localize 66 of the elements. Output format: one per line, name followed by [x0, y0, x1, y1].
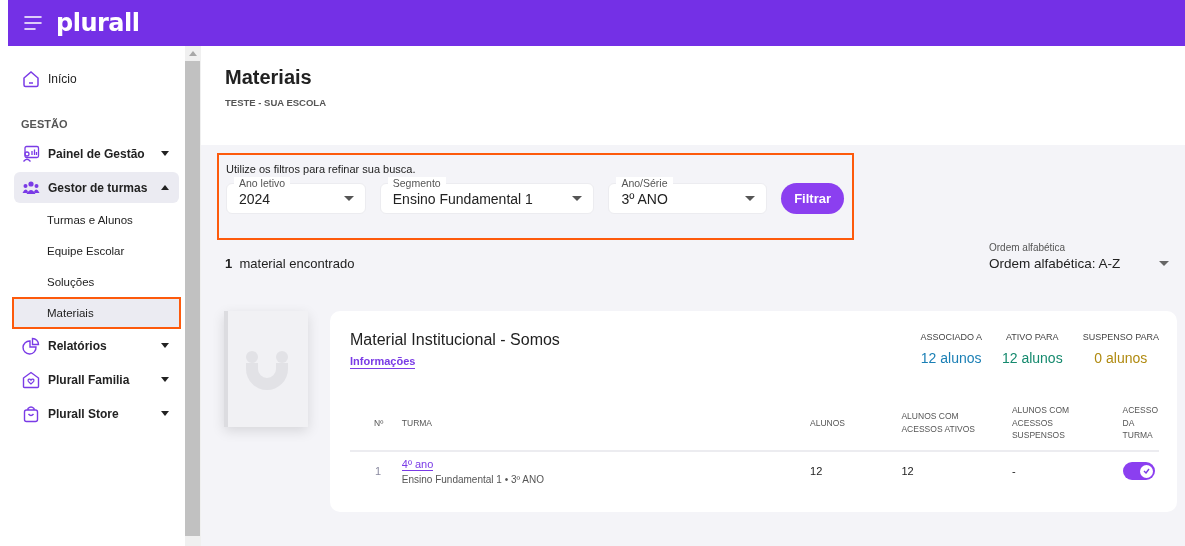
field-value: 2024 — [239, 190, 272, 207]
caret-down-icon — [160, 343, 169, 348]
sidebar-item[interactable]: Relatórios — [14, 330, 179, 361]
field-label: Segmento — [387, 177, 446, 189]
field-value: 3º ANO — [621, 190, 669, 207]
sidebar-item[interactable]: Painel de Gestão — [14, 138, 179, 169]
table-cell: 12 — [810, 465, 823, 477]
caret-down-icon — [572, 196, 583, 201]
menu-icon[interactable] — [24, 16, 42, 30]
stat-label: SUSPENSO PARA — [1082, 332, 1159, 342]
filter-button[interactable]: Filtrar — [781, 183, 844, 214]
scroll-up-icon[interactable] — [188, 51, 197, 56]
caret-down-icon — [160, 377, 169, 382]
dashboard-icon — [22, 144, 40, 163]
section-heading: GESTÃO — [20, 117, 69, 132]
shopping-bag-icon — [22, 404, 40, 423]
column-header: Nº — [374, 417, 384, 428]
stat-value: 0 alunos — [1094, 350, 1148, 366]
caret-down-icon — [745, 196, 756, 201]
sidebar-item[interactable]: Gestor de turmas — [14, 172, 179, 203]
field-label: Ano letivo — [234, 177, 291, 189]
results-count: 1 material encontrado — [224, 255, 355, 271]
table-cell: 12 — [901, 465, 914, 477]
filter-hint: Utilize os filtros para refinar sua busca. — [226, 163, 417, 175]
sidebar-subitem[interactable]: Soluções — [14, 268, 179, 296]
sidebar-subitem[interactable]: Equipe Escolar — [14, 237, 179, 265]
stat-label: ASSOCIADO A — [920, 332, 982, 342]
house-icon — [22, 70, 40, 88]
select-field[interactable]: Segmento Ensino Fundamental 1 — [379, 175, 595, 214]
caret-down-icon — [1159, 261, 1169, 266]
pie-chart-icon — [22, 336, 40, 355]
field-value: Ensino Fundamental 1 — [392, 190, 534, 207]
sidebar-item[interactable]: Plurall Store — [14, 398, 179, 429]
table-cell: - — [1011, 465, 1016, 477]
row-number: 1 — [374, 465, 382, 477]
info-link[interactable]: Informações — [350, 355, 416, 369]
column-header: ACESSO DA TURMA — [1122, 405, 1158, 440]
class-detail: Ensino Fundamental 1 • 3º ANO — [401, 473, 546, 485]
page-title: Materiais — [225, 66, 313, 89]
stat-value: 12 alunos — [920, 350, 982, 366]
column-header: ALUNOS COM ACESSOS SUSPENSOS — [1011, 405, 1070, 440]
sidebar-item[interactable]: Início — [14, 64, 179, 94]
sort-select[interactable]: Ordem alfabética Ordem alfabética: A-Z — [989, 242, 1169, 271]
sidebar-subitem[interactable]: Materiais — [14, 299, 179, 327]
sidebar-subitem[interactable]: Turmas e Alunos — [14, 206, 179, 234]
select-field[interactable]: Ano/Série 3º ANO — [608, 175, 768, 214]
caret-down-icon — [160, 151, 169, 156]
heart-house-icon — [22, 370, 40, 389]
stat-value: 12 alunos — [1001, 350, 1063, 366]
column-header: ALUNOS — [810, 417, 845, 428]
access-toggle[interactable] — [1122, 462, 1155, 480]
check-icon — [1142, 468, 1150, 474]
field-label: Ano/Série — [616, 177, 673, 189]
column-header: ALUNOS COM ACESSOS ATIVOS — [901, 411, 975, 434]
column-header: TURMA — [401, 417, 433, 428]
people-icon — [22, 178, 40, 197]
caret-down-icon — [160, 411, 169, 416]
select-field[interactable]: Ano letivo 2024 — [226, 175, 366, 214]
page-subtitle: TESTE - SUA ESCOLA — [225, 97, 327, 108]
logo[interactable]: plurall — [56, 9, 140, 37]
sidebar-item[interactable]: Plurall Familia — [14, 364, 179, 395]
caret-down-icon — [343, 196, 354, 201]
material-title: Material Institucional - Somos — [350, 331, 560, 349]
class-link[interactable]: 4º ano — [401, 457, 434, 471]
caret-up-icon — [160, 185, 169, 190]
stat-label: ATIVO PARA — [1005, 332, 1059, 342]
